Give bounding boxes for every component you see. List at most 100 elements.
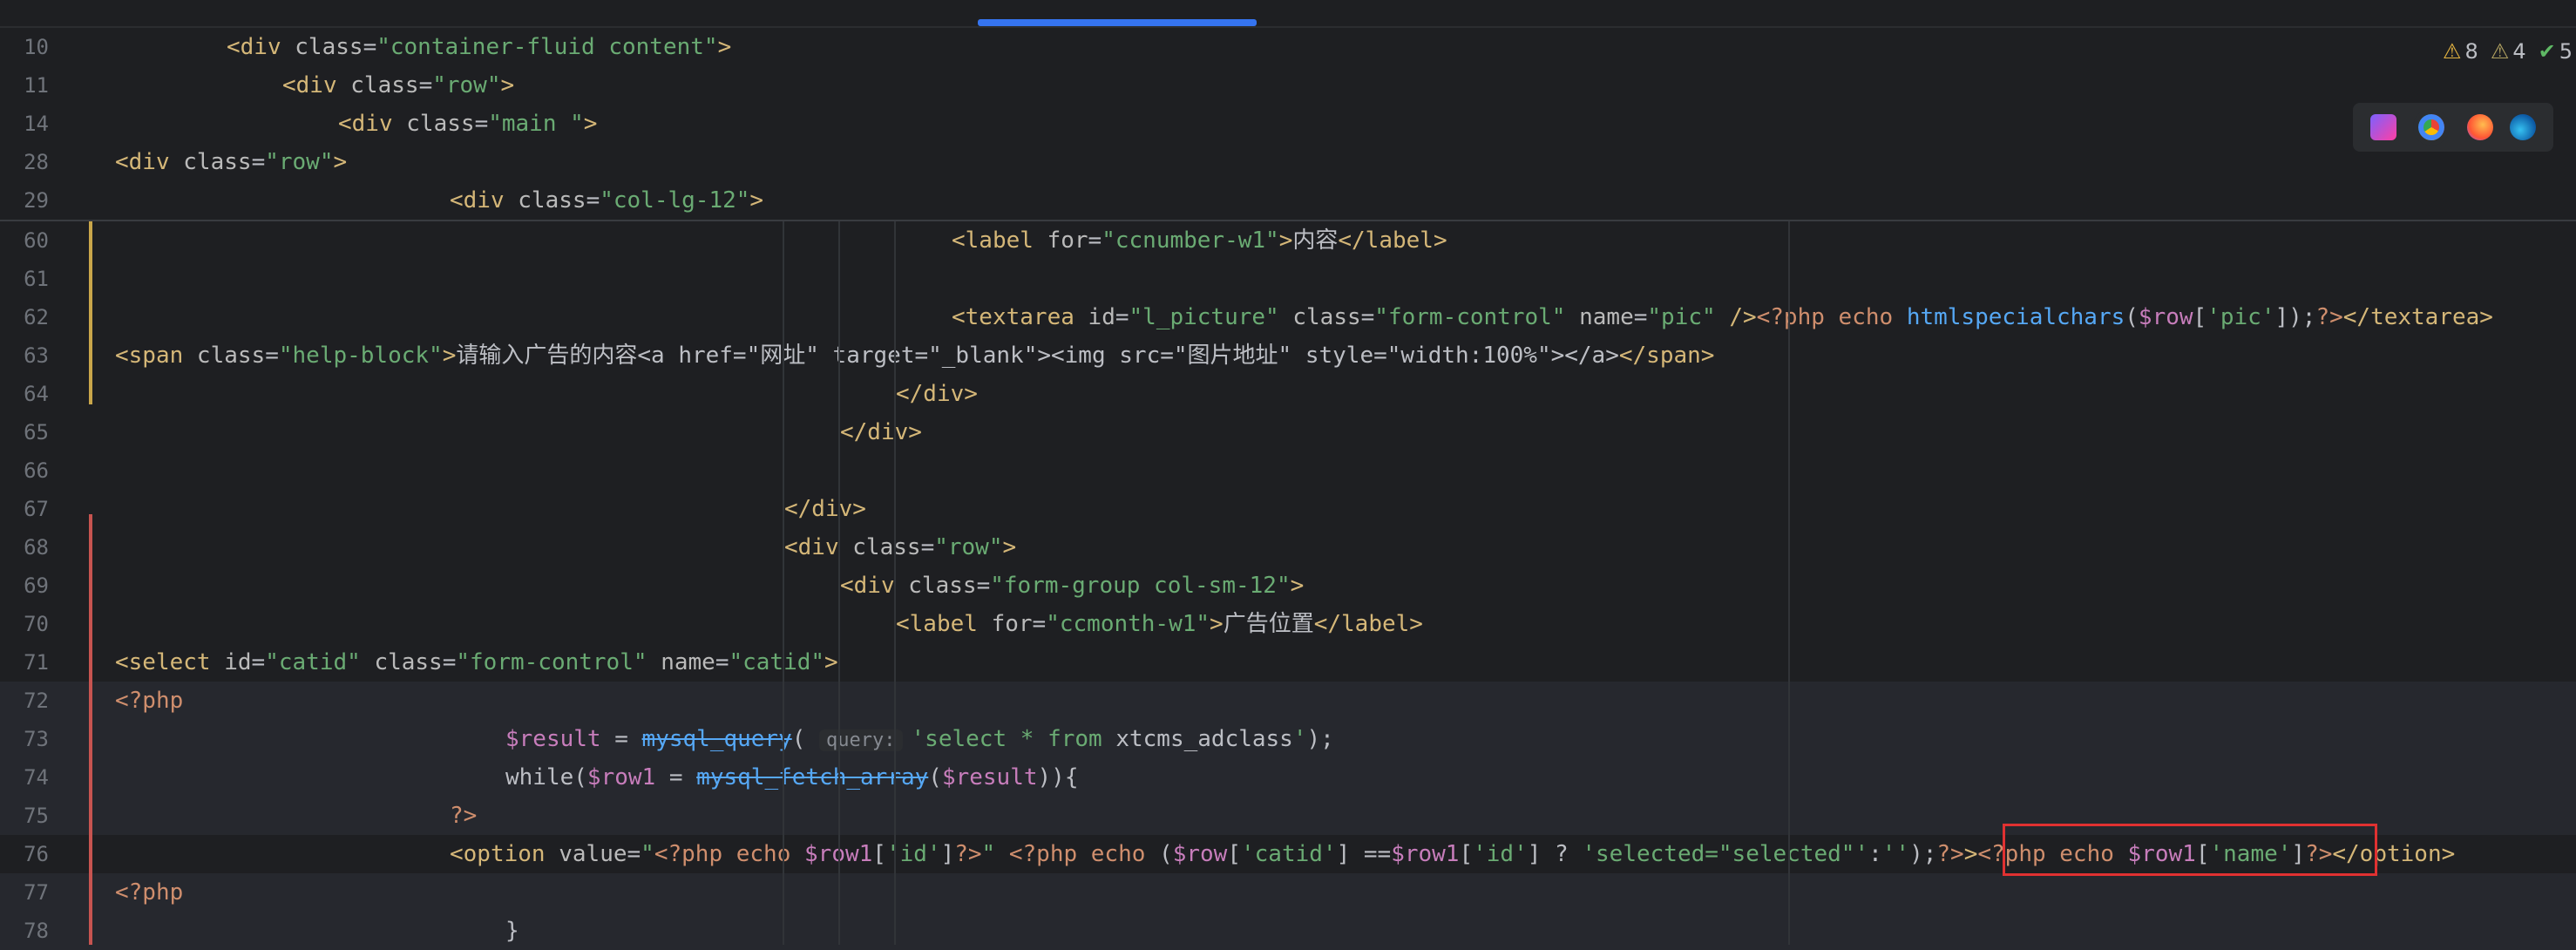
- line-number[interactable]: 11: [0, 66, 49, 105]
- highlight-box: [2003, 824, 2377, 876]
- code-line[interactable]: 14 <div class="main ">: [0, 105, 2576, 143]
- code-token: "form-control": [1374, 304, 1580, 330]
- code-token: [: [872, 841, 886, 867]
- code-line[interactable]: 61: [0, 260, 2576, 298]
- code-token: [: [1227, 841, 1241, 867]
- inspection-status[interactable]: ⚠ 8 ⚠ 4 ✔ 5: [2443, 35, 2576, 68]
- line-number[interactable]: 62: [0, 298, 49, 336]
- code-line[interactable]: 71 <select id="catid" class="form-control…: [0, 643, 2576, 682]
- code-token: ] ==: [1336, 841, 1392, 867]
- code-text: </div>: [840, 413, 922, 451]
- code-token: =: [265, 343, 279, 369]
- code-text: ?>: [450, 797, 477, 835]
- line-number[interactable]: 78: [0, 912, 49, 950]
- code-line[interactable]: 67 </div>: [0, 490, 2576, 528]
- warning-icon: ⚠: [2443, 39, 2462, 64]
- code-token: =: [600, 726, 642, 752]
- code-token: =: [627, 841, 641, 867]
- code-token: ]: [940, 841, 955, 867]
- code-text: <span class="help-block">请输入广告的内容<a href…: [115, 336, 1714, 375]
- code-token: =: [976, 573, 991, 599]
- code-token: >: [500, 72, 515, 98]
- code-line[interactable]: 72 <?php: [0, 682, 2576, 720]
- code-token: class: [183, 149, 252, 175]
- code-token: class: [908, 573, 977, 599]
- code-text: <select id="catid" class="form-control" …: [115, 643, 838, 682]
- code-line[interactable]: 62 <textarea id="l_picture" class="form-c…: [0, 298, 2576, 336]
- code-line[interactable]: 11 <div class="row">: [0, 66, 2576, 105]
- code-token: class: [295, 34, 363, 60]
- phpstorm-icon[interactable]: [2369, 114, 2396, 140]
- code-line[interactable]: 77 <?php: [0, 873, 2576, 912]
- code-token: xtcms_adclass: [1115, 726, 1293, 752]
- chrome-icon[interactable]: [2413, 109, 2451, 146]
- code-token: name: [1579, 304, 1634, 330]
- line-number[interactable]: 28: [0, 143, 49, 181]
- code-line[interactable]: 78}: [0, 912, 2576, 950]
- check-icon: ✔: [2538, 39, 2556, 64]
- code-token: <label: [896, 611, 992, 637]
- line-number[interactable]: 73: [0, 720, 49, 758]
- line-number[interactable]: 68: [0, 528, 49, 567]
- editor-tab-bar: [0, 0, 2576, 28]
- edge-icon[interactable]: [2510, 114, 2537, 140]
- code-token: >: [1210, 611, 1224, 637]
- line-number[interactable]: 64: [0, 375, 49, 413]
- code-line[interactable]: 65 </div>: [0, 413, 2576, 451]
- code-line[interactable]: 28 <div class="row">: [0, 143, 2576, 181]
- code-token: </label>: [1313, 611, 1423, 637]
- code-line[interactable]: 10 <div class="container-fluid content">: [0, 28, 2576, 66]
- code-token: =: [1360, 304, 1375, 330]
- line-number[interactable]: 66: [0, 451, 49, 490]
- firefox-icon[interactable]: [2466, 114, 2493, 140]
- code-token: </textarea>: [2342, 304, 2493, 330]
- code-line[interactable]: 60 <label for="ccnumber-w1">内容</label>: [0, 221, 2576, 260]
- line-number[interactable]: 77: [0, 873, 49, 912]
- code-token: <textarea: [952, 304, 1088, 330]
- warning-count[interactable]: ⚠ 8: [2443, 39, 2478, 64]
- code-text: </div>: [896, 375, 978, 413]
- line-number[interactable]: 69: [0, 567, 49, 605]
- code-line[interactable]: 69 <div class="form-group col-sm-12">: [0, 567, 2576, 605]
- code-line[interactable]: 64 </div>: [0, 375, 2576, 413]
- line-number[interactable]: 75: [0, 797, 49, 835]
- code-line[interactable]: 74 while($row1 = mysql_fetch_array($resul…: [0, 758, 2576, 797]
- line-number[interactable]: 67: [0, 490, 49, 528]
- code-token: </div>: [896, 381, 978, 407]
- code-token: >: [1290, 573, 1305, 599]
- code-token: ?>: [2315, 304, 2343, 330]
- code-token: [: [1459, 841, 1474, 867]
- line-number[interactable]: 74: [0, 758, 49, 797]
- code-token: =: [1032, 611, 1047, 637]
- line-number[interactable]: 71: [0, 643, 49, 682]
- code-token: for: [991, 611, 1033, 637]
- line-number[interactable]: 76: [0, 835, 49, 873]
- line-number[interactable]: 29: [0, 181, 49, 220]
- code-line[interactable]: 29 <div class="col-lg-12">: [0, 181, 2576, 220]
- code-token: ": [981, 841, 996, 867]
- line-number[interactable]: 72: [0, 682, 49, 720]
- code-token: </div>: [840, 419, 922, 445]
- code-token: 'select * from: [911, 726, 1116, 752]
- code-line[interactable]: 70 <label for="ccmonth-w1">广告位置</label>: [0, 605, 2576, 643]
- vcs-changed-marker[interactable]: [89, 514, 92, 945]
- code-token: $row: [1172, 841, 1228, 867]
- line-number[interactable]: 10: [0, 28, 49, 66]
- weak-warning-count[interactable]: ⚠ 4: [2491, 39, 2526, 64]
- code-line[interactable]: 68 <div class="row">: [0, 528, 2576, 567]
- vcs-modified-marker[interactable]: [89, 221, 92, 404]
- line-number[interactable]: 65: [0, 413, 49, 451]
- line-number[interactable]: 70: [0, 605, 49, 643]
- code-line[interactable]: 73 $result = mysql_query( query: 'select *…: [0, 720, 2576, 758]
- line-number[interactable]: 14: [0, 105, 49, 143]
- code-token: =: [251, 149, 266, 175]
- line-number[interactable]: 60: [0, 221, 49, 260]
- line-number[interactable]: 61: [0, 260, 49, 298]
- weak-warning-count-label: 4: [2512, 39, 2526, 64]
- code-token: />: [1729, 304, 1757, 330]
- line-number[interactable]: 63: [0, 336, 49, 375]
- typo-count[interactable]: ✔ 5: [2539, 39, 2573, 64]
- code-token: >: [824, 649, 838, 675]
- code-line[interactable]: 63 <span class="help-block">请输入广告的内容<a hr…: [0, 336, 2576, 375]
- code-line[interactable]: 66: [0, 451, 2576, 490]
